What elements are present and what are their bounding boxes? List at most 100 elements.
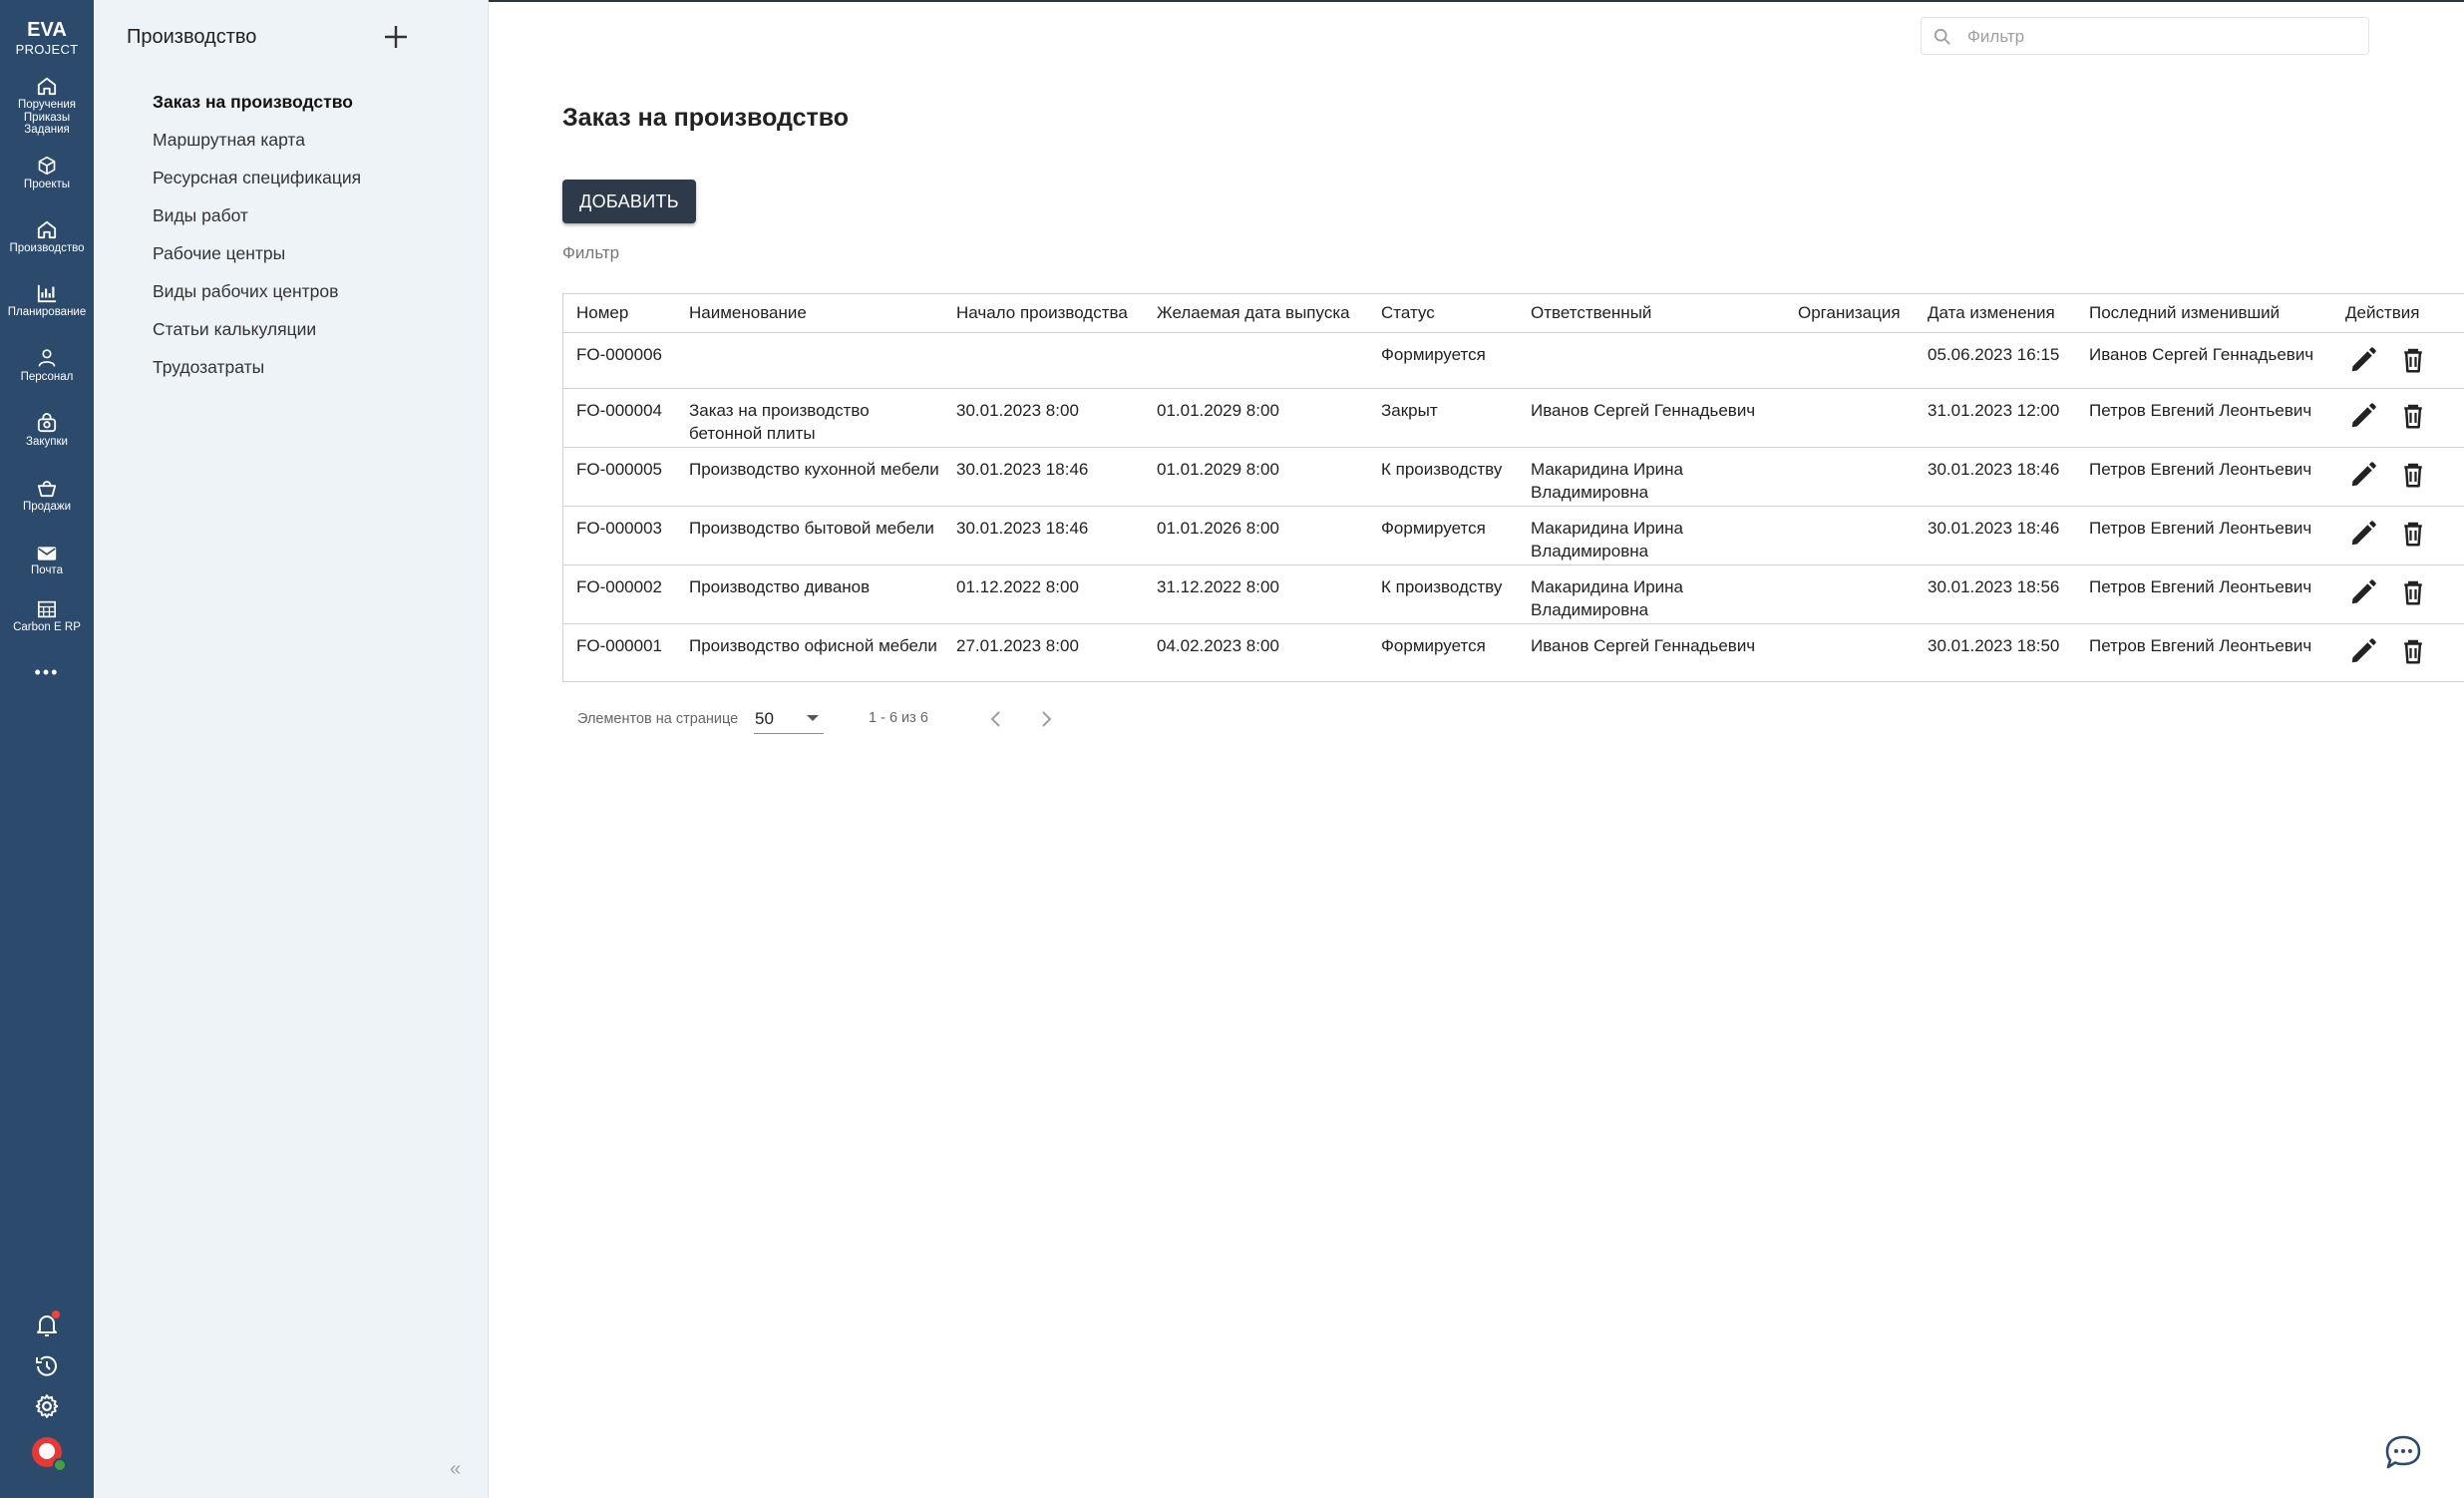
rail-item-staff[interactable]: Персонал xyxy=(0,348,94,384)
rail-item-production[interactable]: Производство xyxy=(0,219,94,255)
user-avatar[interactable] xyxy=(0,1437,94,1472)
edit-icon[interactable] xyxy=(2348,401,2378,431)
cell-name: Производство диванов xyxy=(676,564,943,624)
per-page-select[interactable]: 50 xyxy=(754,704,824,734)
rail-item-label: Персонал xyxy=(20,371,74,383)
sidebar-item-work-center-types[interactable]: Виды рабочих центров xyxy=(153,279,361,317)
collapse-sidebar-icon[interactable]: « xyxy=(450,1458,461,1481)
cell-changed: 30.01.2023 18:46 xyxy=(1915,506,2076,565)
more-icon[interactable]: ••• xyxy=(0,662,94,683)
rail-item-purchases[interactable]: Закупки xyxy=(0,413,94,449)
rail-item-label: Проекты xyxy=(23,179,71,190)
column-header-organization[interactable]: Организация xyxy=(1785,294,1915,333)
cell-status: Формируется xyxy=(1368,332,1518,389)
edit-icon[interactable] xyxy=(2348,460,2378,490)
cell-actions xyxy=(2332,564,2464,624)
cell-status: Формируется xyxy=(1368,506,1518,565)
cell-changed: 30.01.2023 18:46 xyxy=(1915,447,2076,507)
edit-icon[interactable] xyxy=(2348,345,2378,375)
notifications-button[interactable] xyxy=(0,1311,94,1338)
rail-item-label: Закупки xyxy=(26,436,68,448)
edit-icon[interactable] xyxy=(2348,577,2378,607)
chat-icon[interactable] xyxy=(2383,1433,2423,1473)
add-button[interactable]: ДОБАВИТЬ xyxy=(562,180,696,223)
cell-name: Производство бытовой мебели xyxy=(676,506,943,565)
sidebar-item-work-centers[interactable]: Рабочие центры xyxy=(153,241,361,279)
column-header-due[interactable]: Желаемая дата выпуска xyxy=(1144,294,1368,333)
column-header-changed-by[interactable]: Последний изменивший xyxy=(2076,294,2332,333)
delete-icon[interactable] xyxy=(2398,401,2428,431)
sidebar-item-work-types[interactable]: Виды работ xyxy=(153,203,361,241)
page-title: Заказ на производство xyxy=(562,104,850,132)
column-header-name[interactable]: Наименование xyxy=(676,294,943,333)
rail-item-mail[interactable]: Почта xyxy=(0,546,94,577)
cell-organization xyxy=(1785,564,1915,624)
sidebar-item-production-order[interactable]: Заказ на производство xyxy=(153,90,361,128)
rail-item-label: Поручения Приказы Задания xyxy=(17,99,77,136)
next-page-icon[interactable] xyxy=(1033,706,1059,732)
mail-icon xyxy=(37,547,57,561)
chart-icon xyxy=(37,284,57,303)
brand-logo[interactable]: EVA PROJECT xyxy=(0,20,94,57)
cell-name: Заказ на производство бетонной плиты xyxy=(676,388,943,448)
cell-actions xyxy=(2332,506,2464,565)
cell-start: 01.12.2022 8:00 xyxy=(943,564,1144,624)
global-search xyxy=(1921,17,2369,55)
prev-page-icon[interactable] xyxy=(983,706,1009,732)
rail-item-carbon-erp[interactable]: Carbon E RP xyxy=(0,600,94,634)
table-row[interactable]: FO-000002 Производство диванов 01.12.2022 … xyxy=(563,564,2464,624)
delete-icon[interactable] xyxy=(2398,460,2428,490)
rail-item-tasks[interactable]: Поручения Приказы Задания xyxy=(0,76,94,137)
settings-button[interactable] xyxy=(0,1393,94,1419)
cell-status: К производству xyxy=(1368,447,1518,507)
page-range: 1 - 6 из 6 xyxy=(869,710,928,726)
cell-actions xyxy=(2332,447,2464,507)
column-header-number[interactable]: Номер xyxy=(563,294,676,333)
edit-icon[interactable] xyxy=(2348,519,2378,549)
rail-item-label: Продажи xyxy=(22,501,72,513)
cell-changed-by: Иванов Сергей Геннадьевич xyxy=(2076,332,2332,389)
rail-item-label: Планирование xyxy=(7,306,87,318)
cell-organization xyxy=(1785,388,1915,448)
grid-icon xyxy=(38,600,56,618)
filter-toggle[interactable]: Фильтр xyxy=(562,243,619,263)
column-header-start[interactable]: Начало производства xyxy=(943,294,1144,333)
sidebar-item-labor-costs[interactable]: Трудозатраты xyxy=(153,355,361,393)
search-input[interactable] xyxy=(1967,24,2356,50)
sidebar-item-resource-spec[interactable]: Ресурсная спецификация xyxy=(153,166,361,203)
delete-icon[interactable] xyxy=(2398,636,2428,666)
history-button[interactable] xyxy=(0,1353,94,1379)
rail-item-sales[interactable]: Продажи xyxy=(0,478,94,514)
cell-changed: 30.01.2023 18:56 xyxy=(1915,564,2076,624)
cell-changed-by: Петров Евгений Леонтьевич xyxy=(2076,447,2332,507)
cell-responsible xyxy=(1518,332,1785,389)
table-row[interactable]: FO-000004 Заказ на производство бетонной … xyxy=(563,388,2464,448)
column-header-responsible[interactable]: Ответственный xyxy=(1518,294,1785,333)
cell-organization xyxy=(1785,506,1915,565)
cell-organization xyxy=(1785,623,1915,682)
sidebar-item-route-card[interactable]: Маршрутная карта xyxy=(153,128,361,166)
cell-changed-by: Петров Евгений Леонтьевич xyxy=(2076,564,2332,624)
dropdown-arrow-icon xyxy=(807,715,819,721)
rail-item-planning[interactable]: Планирование xyxy=(0,283,94,319)
delete-icon[interactable] xyxy=(2398,519,2428,549)
plus-icon[interactable] xyxy=(381,22,411,52)
cell-name: Производство кухонной мебели xyxy=(676,447,943,507)
edit-icon[interactable] xyxy=(2348,636,2378,666)
column-header-changed[interactable]: Дата изменения xyxy=(1915,294,2076,333)
rail-item-projects[interactable]: Проекты xyxy=(0,156,94,191)
delete-icon[interactable] xyxy=(2398,345,2428,375)
cell-changed: 30.01.2023 18:50 xyxy=(1928,635,2060,655)
sidebar-item-cost-items[interactable]: Статьи калькуляции xyxy=(153,317,361,355)
cell-status: Закрыт xyxy=(1368,388,1518,448)
column-header-status[interactable]: Статус xyxy=(1368,294,1518,333)
cell-due: 01.01.2026 8:00 xyxy=(1144,506,1368,565)
cube-icon xyxy=(38,156,56,176)
table-row[interactable]: FO-000005 Производство кухонной мебели 30.… xyxy=(563,447,2464,507)
table-row[interactable]: FO-000006 Формируется 05.06.2023 16:15 Иван… xyxy=(563,332,2464,389)
table-row[interactable]: FO-000003 Производство бытовой мебели 30.0… xyxy=(563,506,2464,565)
cell-responsible: Макаридина Ирина Владимировна xyxy=(1518,564,1785,624)
delete-icon[interactable] xyxy=(2398,577,2428,607)
table-row[interactable]: FO-000001 Производство офисной мебели 27.0… xyxy=(563,623,2464,682)
cell-name xyxy=(676,332,943,389)
